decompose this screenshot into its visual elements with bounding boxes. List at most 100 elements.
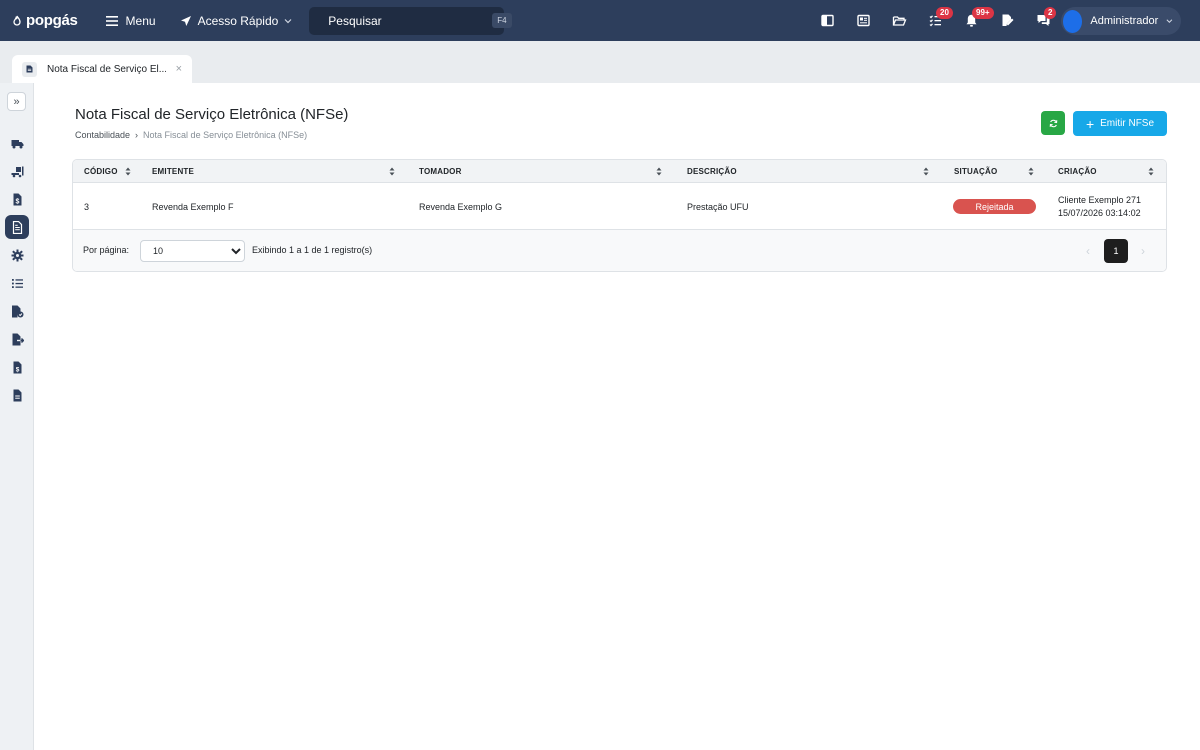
logo[interactable]: popgás: [11, 12, 78, 29]
tasks-button[interactable]: 20: [917, 0, 953, 41]
column-header-codigo[interactable]: CÓDIGO: [84, 160, 118, 183]
table-footer: Por página: 10 Exibindo 1 a 1 de 1 regis…: [73, 230, 1166, 271]
column-header-emitente[interactable]: EMITENTE: [152, 160, 194, 183]
folder-open-icon: [892, 16, 906, 26]
emit-nfse-button[interactable]: + Emitir NFSe: [1073, 111, 1167, 136]
sort-icon[interactable]: [1148, 167, 1154, 176]
sort-icon[interactable]: [125, 167, 131, 176]
breadcrumb-current: Nota Fiscal de Serviço Eletrônica (NFSe): [143, 130, 308, 140]
sidebar-item-settings[interactable]: [5, 243, 29, 267]
invoice-file-icon: [12, 220, 22, 234]
breadcrumb-parent[interactable]: Contabilidade: [75, 130, 130, 140]
nfse-table-card: CÓDIGO EMITENTE TOMADOR DESCRIÇÃO SITUAÇ…: [72, 159, 1167, 272]
file-export-icon: [12, 333, 24, 345]
tasks-badge: 20: [936, 7, 953, 19]
tab-bar: Nota Fiscal de Serviço El... ×: [0, 41, 1200, 83]
refresh-button[interactable]: [1041, 111, 1065, 135]
breadcrumb: Contabilidade › Nota Fiscal de Serviço E…: [75, 130, 307, 140]
gear-icon: [11, 249, 23, 261]
creation-user: Cliente Exemplo 271: [1058, 195, 1142, 205]
sidebar-layout-icon: [820, 14, 834, 27]
column-header-label: SITUAÇÃO: [954, 167, 998, 176]
cell-criacao: Cliente Exemplo 271 15/07/2026 03:14:02: [1058, 194, 1141, 220]
menu-label: Menu: [125, 13, 156, 28]
pagination-page-button[interactable]: 1: [1104, 239, 1128, 263]
close-icon[interactable]: ×: [176, 63, 182, 75]
plus-icon: +: [1085, 115, 1095, 132]
folder-button[interactable]: [881, 0, 917, 41]
notifications-button[interactable]: 99+: [953, 0, 994, 41]
column-header-criacao[interactable]: CRIAÇÃO: [1058, 160, 1097, 183]
sort-icon[interactable]: [656, 167, 662, 176]
tab-label: Nota Fiscal de Serviço El...: [47, 63, 166, 75]
status-badge: Rejeitada: [953, 199, 1036, 214]
layout-button[interactable]: [809, 0, 845, 41]
sidebar-item-file[interactable]: [5, 383, 29, 407]
column-header-label: TOMADOR: [419, 167, 462, 176]
column-header-tomador[interactable]: TOMADOR: [419, 160, 462, 183]
logo-text: popgás: [26, 12, 78, 29]
records-summary: Exibindo 1 a 1 de 1 registro(s): [252, 245, 373, 255]
file-icon: [13, 389, 21, 401]
chevron-down-icon: [1166, 19, 1173, 23]
news-button[interactable]: [845, 0, 881, 41]
sort-icon[interactable]: [389, 167, 395, 176]
column-header-situacao[interactable]: SITUAÇÃO: [954, 160, 997, 183]
pagination-next-button[interactable]: ›: [1132, 240, 1154, 262]
messages-button[interactable]: 2: [1025, 0, 1061, 41]
emit-nfse-label: Emitir NFSe: [1100, 118, 1155, 129]
sidebar-item-file-check[interactable]: [5, 299, 29, 323]
user-menu[interactable]: Administrador: [1061, 7, 1181, 35]
hamburger-icon: [105, 15, 118, 26]
svg-text:$: $: [15, 366, 19, 373]
flame-icon: [13, 15, 21, 26]
sort-icon[interactable]: [1028, 167, 1034, 176]
refresh-icon: [1049, 119, 1057, 127]
paper-plane-icon: [180, 15, 191, 26]
sidebar-item-finance[interactable]: $: [5, 187, 29, 211]
newspaper-icon: [856, 14, 870, 27]
sidebar-item-file-invoice[interactable]: $: [5, 355, 29, 379]
sidebar: » $ $: [0, 83, 34, 750]
column-header-label: EMITENTE: [152, 167, 195, 176]
file-invoice-icon: $: [13, 361, 21, 373]
creation-date: 15/07/2026 03:14:02: [1058, 208, 1141, 218]
top-bar: popgás Menu Acesso Rápido F4 20 99+: [0, 0, 1200, 41]
sidebar-item-nfse[interactable]: [5, 215, 29, 239]
search-box[interactable]: F4: [309, 6, 512, 35]
document-icon: [22, 61, 37, 77]
column-header-descricao[interactable]: DESCRIÇÃO: [687, 160, 737, 183]
search-input[interactable]: [328, 13, 484, 28]
table-row[interactable]: 3 Revenda Exemplo F Revenda Exemplo G Pr…: [73, 183, 1166, 230]
sort-icon[interactable]: [923, 167, 929, 176]
sidebar-item-list[interactable]: [5, 271, 29, 295]
dollar-file-icon: $: [13, 193, 21, 205]
tab-nfse[interactable]: Nota Fiscal de Serviço El... ×: [12, 55, 192, 83]
chevron-down-icon: [284, 18, 292, 23]
sidebar-item-truck[interactable]: [5, 131, 29, 155]
column-header-label: CRIAÇÃO: [1058, 167, 1097, 176]
file-check-icon: [11, 305, 23, 317]
cell-tomador: Revenda Exemplo G: [419, 201, 503, 212]
truck-loading-icon: [11, 166, 23, 177]
page-title: Nota Fiscal de Serviço Eletrônica (NFSe): [75, 106, 349, 123]
menu-button[interactable]: Menu: [105, 13, 156, 28]
pagination-prev-button[interactable]: ‹: [1077, 240, 1099, 262]
sidebar-item-file-export[interactable]: [5, 327, 29, 351]
avatar: [1063, 9, 1083, 33]
breadcrumb-separator: ›: [135, 130, 139, 140]
quick-access-label: Acesso Rápido: [197, 13, 279, 28]
per-page-select[interactable]: 10: [140, 240, 245, 262]
cell-emitente: Revenda Exemplo F: [152, 201, 234, 212]
table-header: CÓDIGO EMITENTE TOMADOR DESCRIÇÃO SITUAÇ…: [73, 160, 1166, 183]
column-header-label: CÓDIGO: [84, 167, 118, 176]
list-icon: [11, 278, 23, 288]
sidebar-toggle-button[interactable]: »: [7, 92, 26, 111]
per-page-label: Por página:: [83, 245, 130, 255]
cell-codigo: 3: [84, 201, 90, 212]
column-header-label: DESCRIÇÃO: [687, 167, 737, 176]
sidebar-item-delivery[interactable]: [5, 159, 29, 183]
edit-document-button[interactable]: [989, 0, 1025, 41]
truck-icon: [11, 139, 23, 148]
quick-access-button[interactable]: Acesso Rápido: [180, 14, 293, 28]
